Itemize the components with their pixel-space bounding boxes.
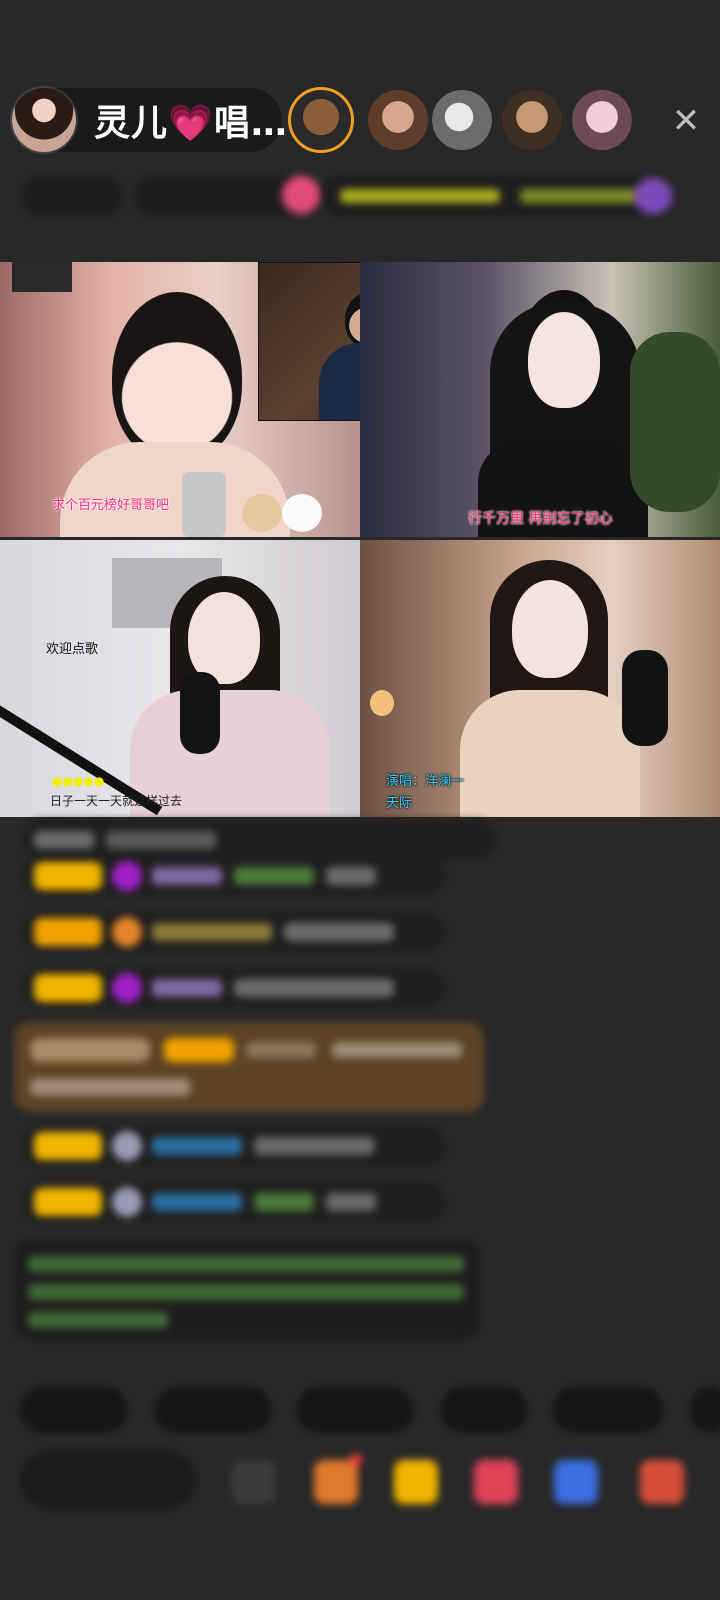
gift-box-icon[interactable] [314, 1460, 358, 1504]
chat-input[interactable] [20, 1450, 196, 1510]
present-icon[interactable] [640, 1460, 684, 1504]
quick-replies[interactable] [0, 0, 720, 1600]
game-icon[interactable] [554, 1460, 598, 1504]
heart-icon[interactable] [474, 1460, 518, 1504]
lucky-bag-icon[interactable] [394, 1460, 438, 1504]
gamepad-icon[interactable] [232, 1460, 276, 1504]
